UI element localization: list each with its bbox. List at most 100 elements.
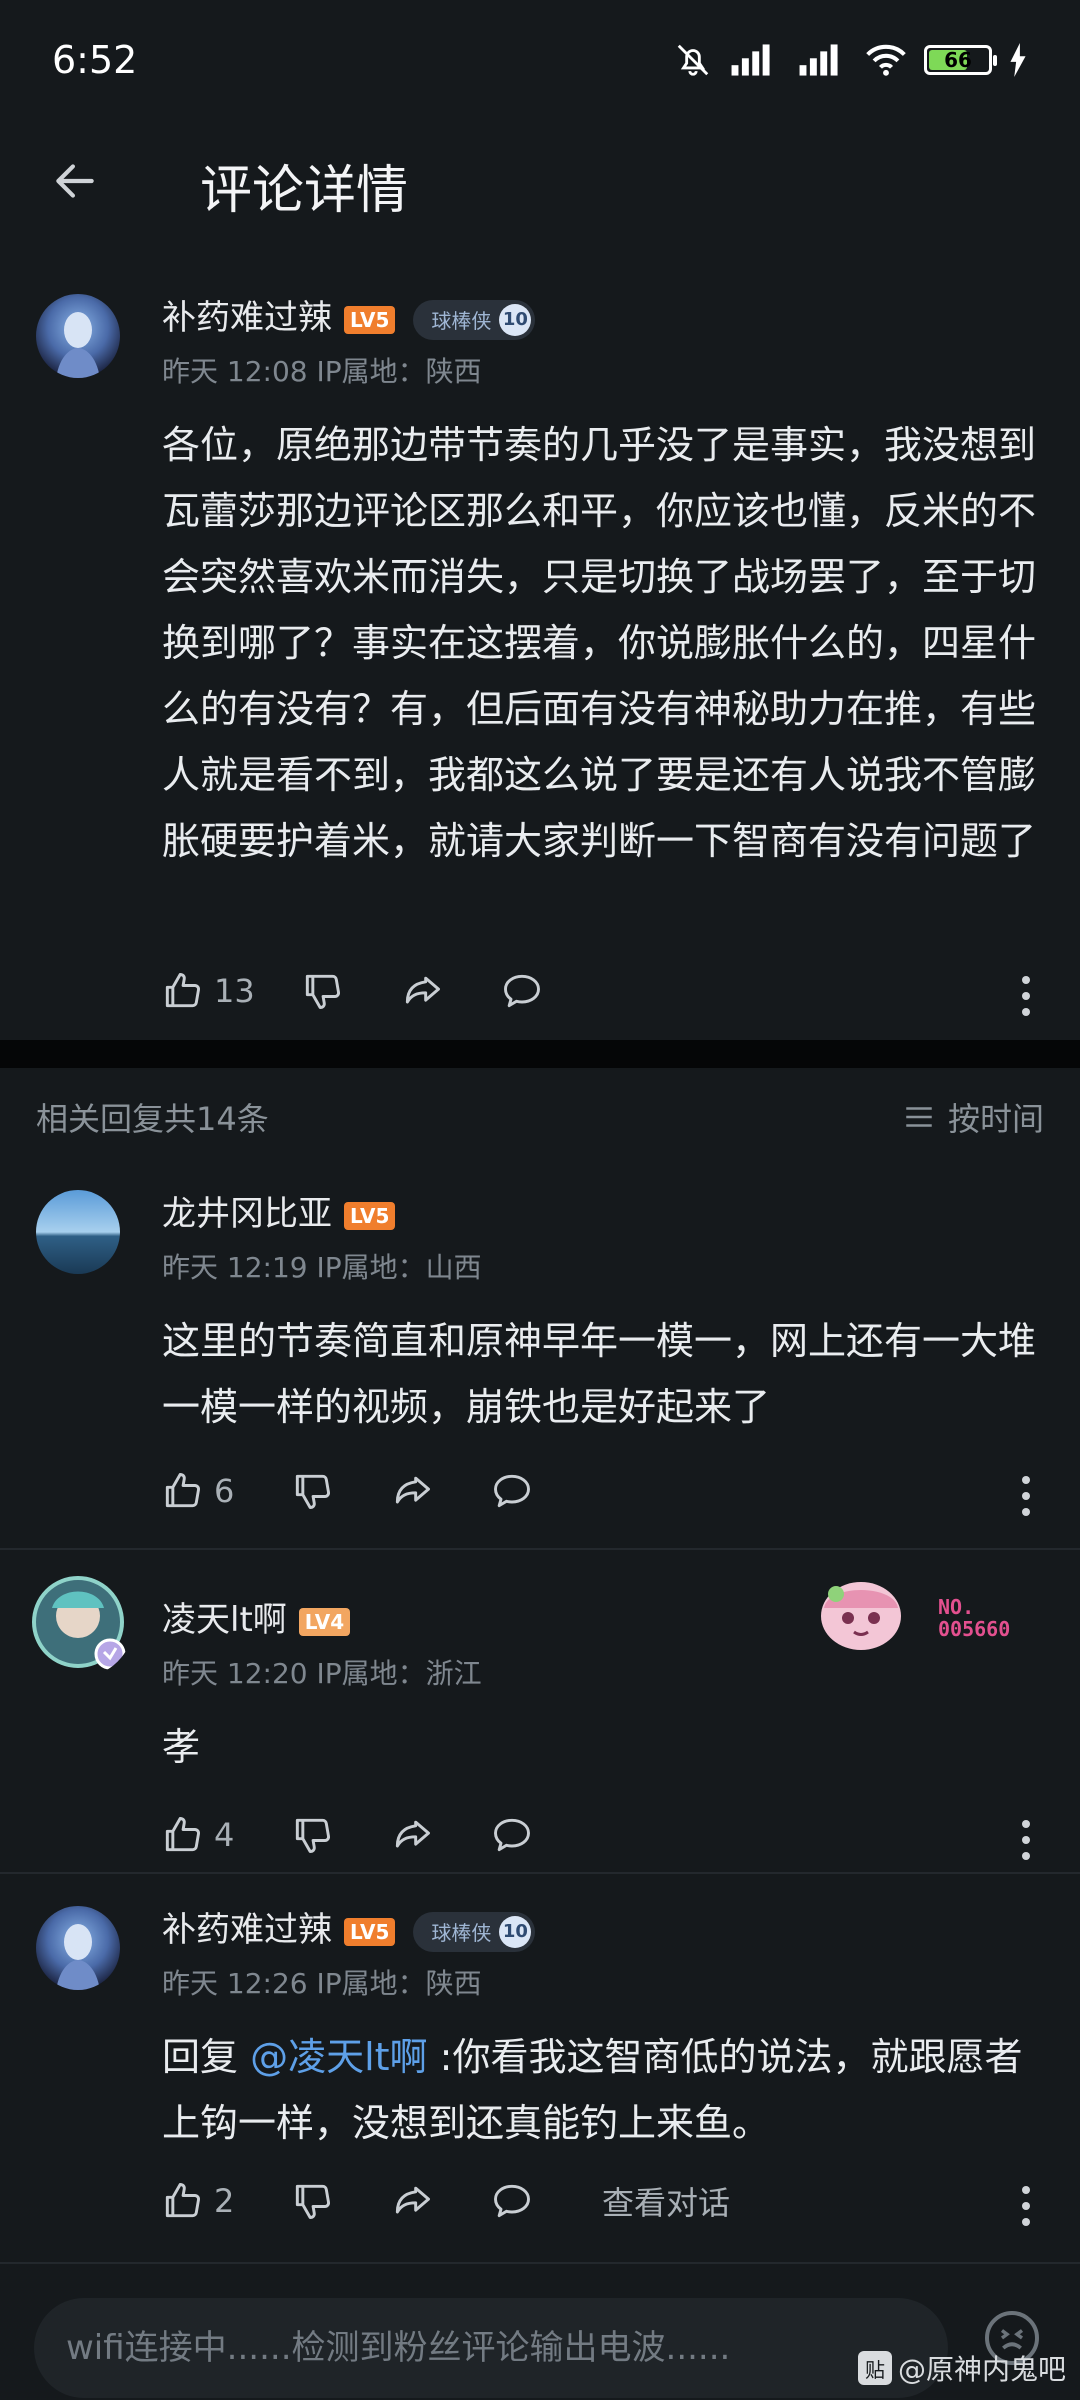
dislike-button[interactable] xyxy=(290,1466,390,1516)
page-title: 评论详情 xyxy=(200,161,409,221)
view-conversation-label: 查看对话 xyxy=(602,2184,731,2222)
comment-bubble-icon xyxy=(504,974,540,1008)
mention-link[interactable]: @凌天lt啊 xyxy=(250,2035,427,2079)
avatar[interactable] xyxy=(36,294,120,378)
share-icon xyxy=(395,2186,430,2214)
action-bar: 6 xyxy=(160,1466,590,1516)
post-meta: 昨天 12:26 IP属地：陕西 xyxy=(162,1962,482,2002)
fan-badge-num: 10 xyxy=(499,1915,532,1948)
share-button[interactable] xyxy=(390,1810,490,1860)
like-button[interactable]: 4 xyxy=(160,1810,290,1860)
avatar[interactable] xyxy=(22,1566,134,1678)
back-arrow-icon[interactable] xyxy=(50,156,100,206)
post-time: 昨天 12:19 xyxy=(162,1251,308,1284)
pendant-no-value: 005660 xyxy=(938,1617,1011,1641)
more-options-icon[interactable] xyxy=(1020,972,1032,1016)
avatar[interactable] xyxy=(36,1190,120,1274)
author-row: 补药难过辣 LV5 球棒侠 10 xyxy=(162,1902,536,1952)
status-icons: 66 xyxy=(674,41,1028,79)
post-ip: IP属地：浙江 xyxy=(316,1657,482,1690)
fan-badge-num: 10 xyxy=(499,303,532,336)
dislike-button[interactable] xyxy=(300,966,400,1016)
author-name[interactable]: 凌天lt啊 xyxy=(162,1600,287,1640)
post-ip: IP属地：陕西 xyxy=(316,355,482,388)
view-conversation-button[interactable]: 查看对话 xyxy=(602,2176,730,2226)
pendant-no-label: NO. xyxy=(938,1595,975,1619)
like-count: 6 xyxy=(214,1472,235,1510)
like-button[interactable]: 13 xyxy=(160,966,300,1016)
share-icon xyxy=(405,976,440,1004)
action-bar: 2 查看对话 xyxy=(160,2176,730,2226)
signal-icon xyxy=(731,44,770,76)
share-button[interactable] xyxy=(390,1466,490,1516)
comment-bubble-icon xyxy=(494,1474,530,1508)
thumbs-down-icon xyxy=(295,1818,330,1853)
more-options-icon[interactable] xyxy=(1020,1816,1032,1860)
author-row: 龙井冈比亚 LV5 xyxy=(162,1186,396,1235)
like-count: 2 xyxy=(214,2182,235,2220)
comment-content: 各位，原绝那边带节奏的几乎没了是事实，我没想到瓦蕾莎那边评论区那么和平，你应该也… xyxy=(162,423,1037,863)
like-button[interactable]: 2 xyxy=(160,2176,290,2226)
dislike-button[interactable] xyxy=(290,1810,390,1860)
sort-lines-icon xyxy=(906,1107,932,1127)
author-name[interactable]: 补药难过辣 xyxy=(162,1910,332,1950)
author-row: 补药难过辣 LV5 球棒侠 10 xyxy=(162,290,536,340)
thumbs-down-icon xyxy=(295,1474,330,1509)
replies-header: 相关回复共14条 按时间 xyxy=(0,1080,1080,1150)
pendant-number: NO. 005660 xyxy=(938,1596,1010,1640)
sort-button[interactable]: 按时间 xyxy=(902,1094,1044,1140)
reply-button[interactable] xyxy=(490,1810,590,1860)
thumbs-down-icon xyxy=(305,974,340,1009)
comment-bubble-icon xyxy=(494,1818,530,1852)
share-icon xyxy=(395,1476,430,1504)
reply-button[interactable] xyxy=(490,1466,590,1516)
replies-count: 相关回复共14条 xyxy=(36,1100,269,1138)
like-button[interactable]: 6 xyxy=(160,1466,290,1516)
reply-content: 这里的节奏简直和原神早年一模一，网上还有一大堆一模一样的视频，崩铁也是好起来了 xyxy=(162,1319,1037,1429)
avatar[interactable] xyxy=(36,1906,120,1990)
section-divider xyxy=(0,1040,1080,1068)
comment-bubble-icon xyxy=(494,2184,530,2218)
action-bar: 13 xyxy=(160,966,600,1016)
dislike-button[interactable] xyxy=(290,2176,390,2226)
app-bar: 评论详情 xyxy=(0,120,1080,240)
like-count: 4 xyxy=(214,1816,235,1854)
post-ip: IP属地：陕西 xyxy=(316,1967,482,2000)
post-time: 昨天 12:20 xyxy=(162,1657,308,1690)
post-meta: 昨天 12:20 IP属地：浙江 xyxy=(162,1652,482,1692)
reply-divider xyxy=(0,2262,1080,2264)
share-button[interactable] xyxy=(400,966,500,1016)
author-name[interactable]: 龙井冈比亚 xyxy=(162,1194,332,1234)
level-badge: LV5 xyxy=(344,305,396,334)
watermark-text: @原神内鬼吧 xyxy=(897,2353,1066,2386)
fan-badge[interactable]: 球棒侠 10 xyxy=(413,1911,536,1952)
reply-button[interactable] xyxy=(490,2176,590,2226)
fan-badge[interactable]: 球棒侠 10 xyxy=(413,299,536,340)
fan-badge-label: 球棒侠 xyxy=(431,1921,492,1945)
post-time: 昨天 12:08 xyxy=(162,355,308,388)
thumbs-up-icon xyxy=(165,2183,200,2218)
more-options-icon[interactable] xyxy=(1020,2182,1032,2226)
reply-button[interactable] xyxy=(500,966,600,1016)
avatar-pendant-icon xyxy=(821,1582,901,1650)
post-ip: IP属地：山西 xyxy=(316,1251,482,1284)
battery-level: 66 xyxy=(944,48,972,72)
reply-input[interactable]: wifi连接中......检测到粉丝评论输出电波...... xyxy=(34,2298,948,2398)
battery-icon: 66 xyxy=(924,45,997,75)
author-name[interactable]: 补药难过辣 xyxy=(162,298,332,338)
share-icon xyxy=(395,1820,430,1848)
like-count: 13 xyxy=(214,972,255,1010)
mute-bell-icon xyxy=(677,44,709,76)
share-button[interactable] xyxy=(390,2176,490,2226)
author-row: 凌天lt啊 LV4 xyxy=(162,1592,351,1641)
charging-icon xyxy=(1010,43,1026,77)
reply-content: 孝 xyxy=(162,1725,201,1769)
more-options-icon[interactable] xyxy=(1020,1472,1032,1516)
status-time: 6:52 xyxy=(52,38,138,82)
level-badge: LV5 xyxy=(344,1917,396,1946)
level-badge: LV4 xyxy=(298,1607,351,1636)
wifi-icon xyxy=(866,44,906,76)
reply-divider xyxy=(0,1548,1080,1550)
signal-icon-2 xyxy=(799,44,838,76)
status-bar: 6:52 66 xyxy=(0,0,1080,120)
